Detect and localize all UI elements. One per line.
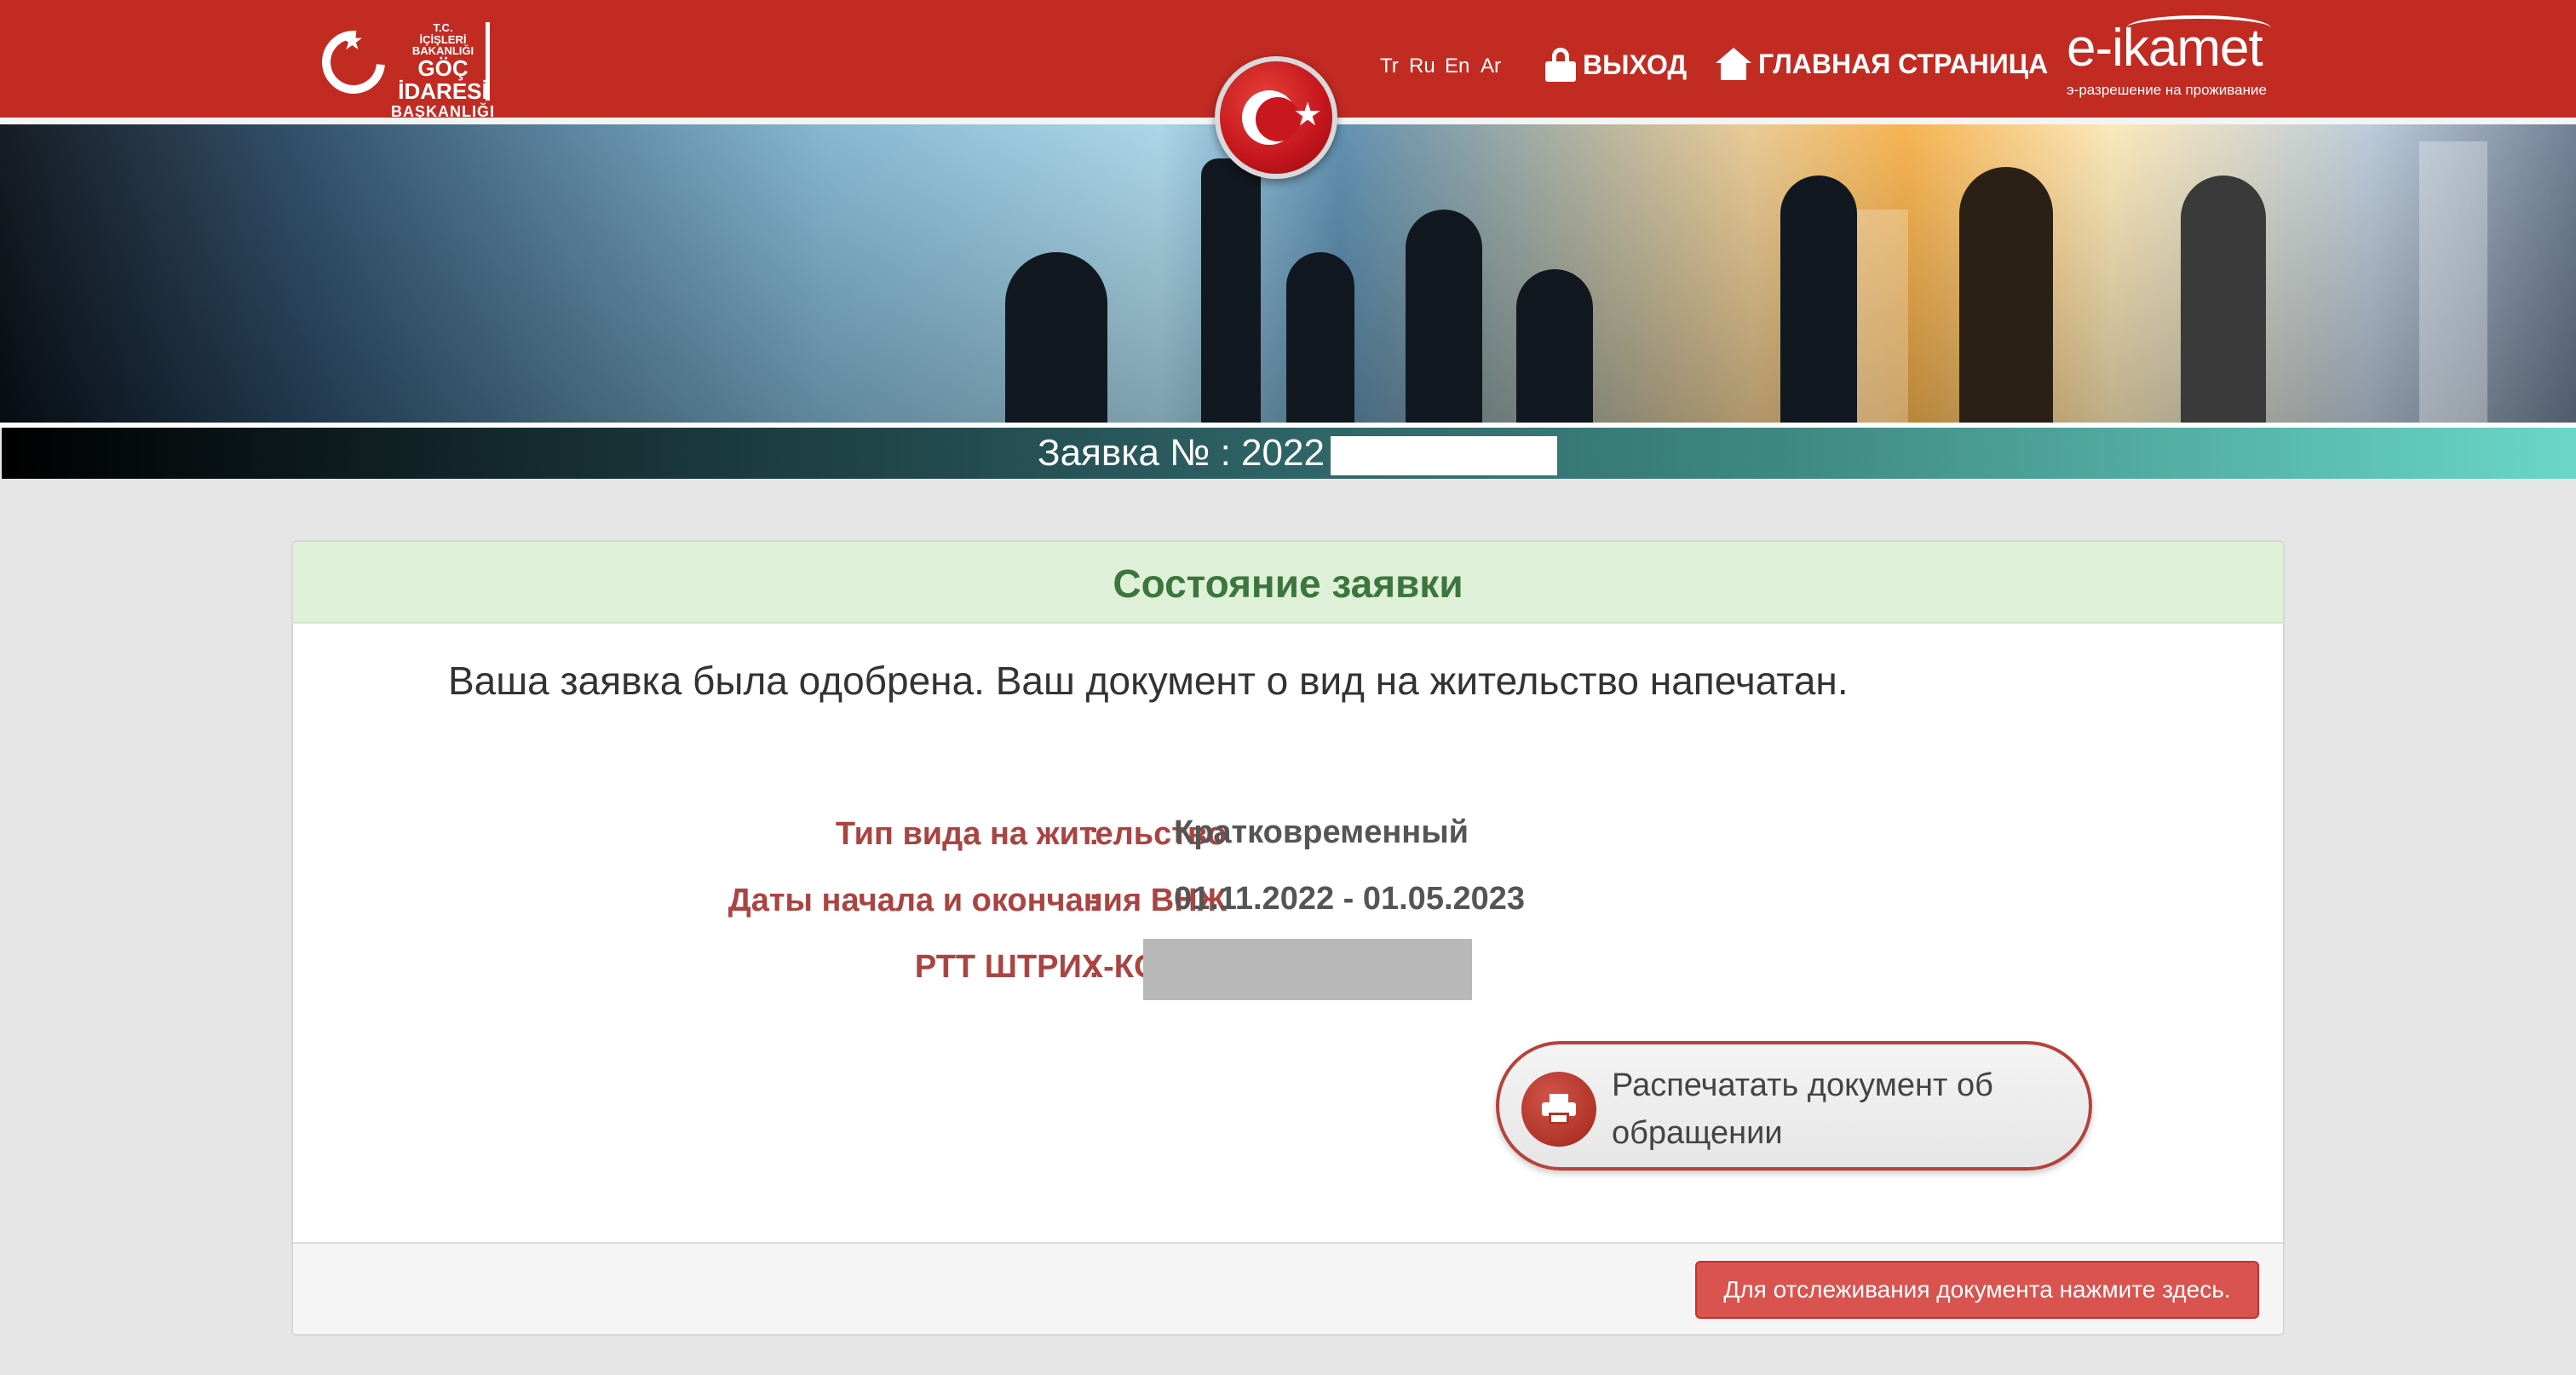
walking-person-silhouette (1780, 175, 1857, 426)
barcode-separator: : (1089, 949, 1100, 985)
permit-dates-separator: : (1089, 883, 1100, 918)
person-silhouette (1005, 252, 1107, 426)
tower-silhouette (1201, 158, 1261, 426)
logo-divider (486, 22, 490, 101)
e-ikamet-logo[interactable]: e-ikamet э-разрешение на проживание (2067, 15, 2278, 104)
logo-line-tc: T.C. (433, 21, 453, 34)
building-silhouette (1857, 210, 1908, 426)
print-icon-circle (1521, 1072, 1596, 1147)
logout-link[interactable]: ВЫХОД (1545, 48, 1687, 82)
logo-text: T.C. İÇİŞLERİ BAKANLIĞI GÖÇ İDARESİ BAŞK… (388, 22, 497, 119)
print-button-label: Распечатать документ об обращении (1612, 1067, 1993, 1151)
home-link[interactable]: ГЛАВНАЯ СТРАНИЦА (1716, 48, 2048, 80)
turkish-flag-emblem: ★ (1215, 56, 1337, 179)
lang-tr-link[interactable]: Tr (1380, 55, 1399, 78)
track-document-button[interactable]: Для отслеживания документа нажмите здесь… (1695, 1261, 2259, 1319)
person-silhouette (1516, 269, 1593, 426)
redacted-application-number (1331, 436, 1557, 475)
panel-title: Состояние заявки (1113, 561, 1463, 606)
permit-type-value: Кратковременный (1174, 814, 1469, 850)
status-message: Ваша заявка была одобрена. Ваш документ … (448, 659, 1849, 703)
application-number: Заявка № : 2022 (1038, 432, 1325, 474)
home-icon (1716, 48, 1751, 80)
print-document-button[interactable]: Распечатать документ об обращении (1496, 1041, 2092, 1171)
e-ikamet-brand: e-ikamet (2067, 19, 2263, 78)
goc-idaresi-logo[interactable]: ★ T.C. İÇİŞLERİ BAKANLIĞI GÖÇ İDARESİ BA… (308, 17, 497, 119)
lock-icon (1545, 48, 1576, 82)
pilot-silhouette (2181, 175, 2266, 426)
logout-label: ВЫХОД (1583, 49, 1688, 80)
flag-star-icon: ★ (1293, 97, 1323, 133)
logo-line-baskanligi: BAŞKANLIĞI (391, 102, 495, 120)
permit-type-separator: : (1089, 816, 1100, 852)
permit-type-label: Тип вида на жительство (835, 816, 1227, 852)
redacted-barcode-value (1143, 939, 1472, 1000)
home-label: ГЛАВНАЯ СТРАНИЦА (1758, 48, 2049, 79)
lang-ar-link[interactable]: Ar (1481, 55, 1501, 78)
printer-icon (1542, 1094, 1576, 1125)
permit-dates-value: 01.11.2022 - 01.05.2023 (1174, 881, 1526, 917)
traveler-silhouette (1959, 167, 2053, 426)
barcode-label: РТТ ШТРИХ-КОД № (914, 949, 1227, 985)
panel-footer: Для отслеживания документа нажмите здесь… (293, 1242, 2283, 1334)
person-silhouette (1286, 252, 1354, 426)
lang-ru-link[interactable]: Ru (1409, 55, 1435, 78)
logo-line-goc: GÖÇ İDARESİ (398, 55, 488, 105)
permit-dates-label: Даты начала и окончания ВНЖ (727, 883, 1227, 918)
application-status-panel: Состояние заявки Ваша заявка была одобре… (291, 540, 2285, 1336)
e-ikamet-subtitle: э-разрешение на проживание (2067, 82, 2267, 98)
person-silhouette (1406, 210, 1482, 426)
panel-header: Состояние заявки (293, 542, 2283, 624)
logo-line-ministry: İÇİŞLERİ BAKANLIĞI (411, 32, 474, 58)
star-icon: ★ (341, 27, 364, 55)
lang-en-link[interactable]: En (1445, 55, 1469, 78)
building-silhouette (2419, 141, 2487, 426)
